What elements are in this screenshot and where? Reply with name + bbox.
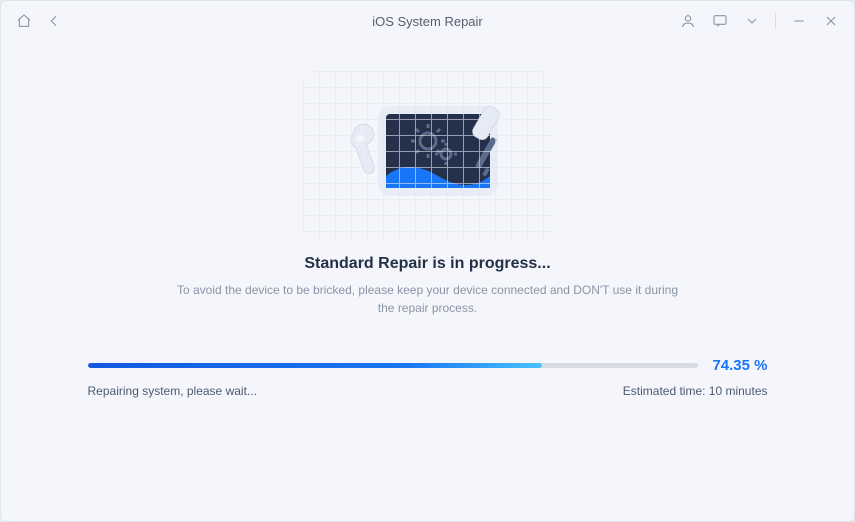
progress-heading: Standard Repair is in progress...	[304, 255, 550, 273]
user-icon[interactable]	[679, 12, 697, 30]
repair-illustration	[303, 71, 553, 241]
progress-status-text: Repairing system, please wait...	[88, 384, 257, 398]
minimize-icon[interactable]	[790, 12, 808, 30]
chevron-down-icon[interactable]	[743, 12, 761, 30]
illustration-grid	[303, 71, 553, 241]
titlebar-right	[679, 12, 840, 30]
progress-subtext: To avoid the device to be bricked, pleas…	[168, 281, 688, 317]
progress-fill	[88, 363, 542, 368]
back-icon[interactable]	[45, 12, 63, 30]
titlebar-left	[15, 12, 63, 30]
feedback-icon[interactable]	[711, 12, 729, 30]
progress-eta-text: Estimated time: 10 minutes	[623, 384, 768, 398]
close-icon[interactable]	[822, 12, 840, 30]
progress-subrow: Repairing system, please wait... Estimat…	[88, 384, 768, 398]
progress-percent: 74.35 %	[712, 357, 767, 374]
main-content: Standard Repair is in progress... To avo…	[1, 41, 854, 521]
home-icon[interactable]	[15, 12, 33, 30]
progress-section: 74.35 % Repairing system, please wait...…	[88, 357, 768, 398]
titlebar-divider	[775, 13, 776, 29]
progress-bar	[88, 363, 699, 368]
app-window: iOS System Repair	[0, 0, 855, 522]
progress-row: 74.35 %	[88, 357, 768, 374]
title-bar: iOS System Repair	[1, 1, 854, 41]
